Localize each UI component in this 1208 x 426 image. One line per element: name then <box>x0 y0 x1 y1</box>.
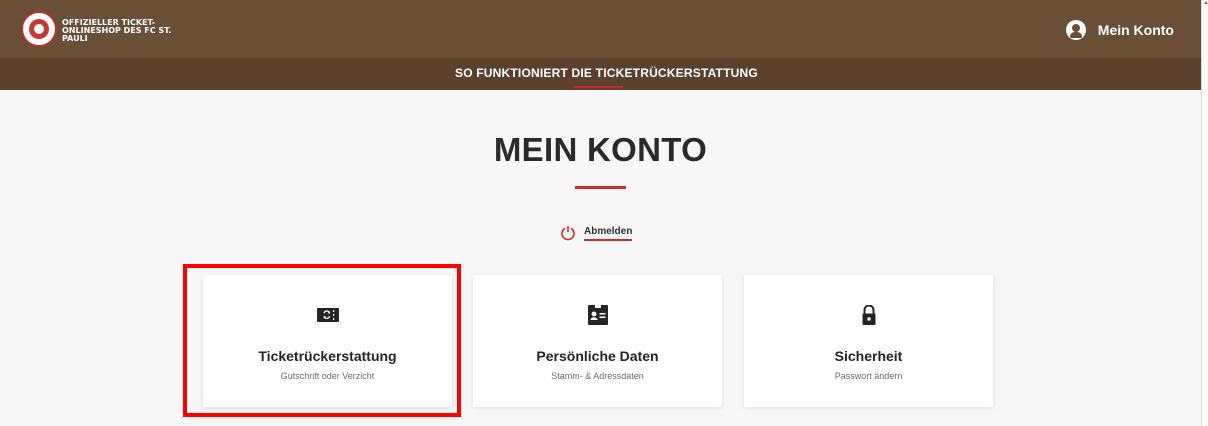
page: OFFIZIELLER TICKET-ONLINESHOP DES FC ST.… <box>0 0 1208 426</box>
user-icon <box>1065 20 1086 40</box>
scroll-up-icon[interactable] <box>1204 1 1208 4</box>
personal-data-card[interactable]: Persönliche Daten Stamm- & Adressdaten <box>473 275 722 407</box>
fc-st-pauli-logo[interactable] <box>21 11 57 47</box>
account-menu[interactable]: Mein Konto <box>1065 19 1174 41</box>
vertical-scrollbar[interactable] <box>1201 0 1208 426</box>
logo-text: OFFIZIELLER TICKET-ONLINESHOP DES FC ST.… <box>62 18 172 43</box>
active-link-underline <box>573 86 623 88</box>
security-card[interactable]: Sicherheit Passwort ändern <box>744 275 993 407</box>
power-icon <box>561 226 575 241</box>
card-subtitle: Stamm- & Adressdaten <box>551 371 644 381</box>
title-divider <box>575 186 626 189</box>
refund-info-link[interactable]: SO FUNKTIONIERT DIE TICKETRÜCKERSTATTUNG <box>455 66 758 80</box>
top-header: OFFIZIELLER TICKET-ONLINESHOP DES FC ST.… <box>0 0 1201 58</box>
logout-label: Abmelden <box>584 226 633 241</box>
logout-link[interactable]: Abmelden <box>560 225 633 241</box>
card-subtitle: Passwort ändern <box>834 371 903 381</box>
card-title: Sicherheit <box>834 348 903 364</box>
card-title: Persönliche Daten <box>536 348 659 364</box>
lock-icon <box>862 305 876 325</box>
highlight-box <box>183 264 461 417</box>
sub-navigation: SO FUNKTIONIERT DIE TICKETRÜCKERSTATTUNG <box>0 58 1201 90</box>
account-label: Mein Konto <box>1097 22 1174 38</box>
id-card-icon <box>588 305 608 325</box>
page-title: MEIN KONTO <box>493 131 708 168</box>
